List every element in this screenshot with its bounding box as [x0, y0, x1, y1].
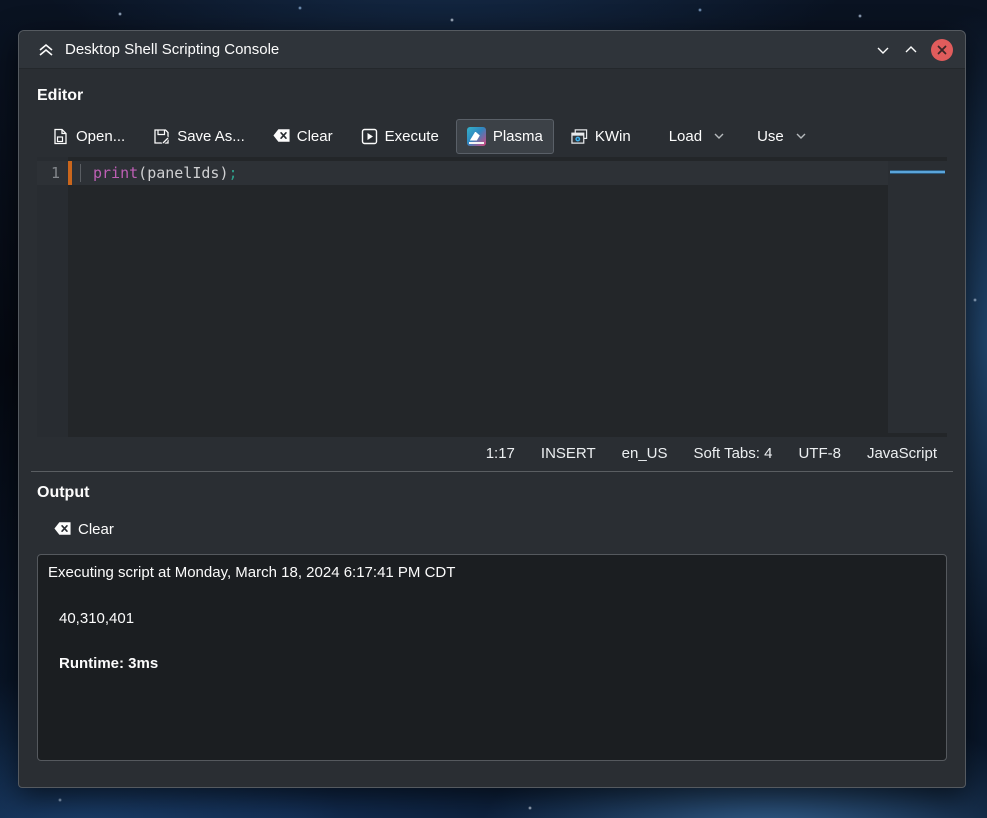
- kwin-toggle-button[interactable]: KWin: [560, 120, 642, 153]
- editor-statusbar: 1:17 INSERT en_US Soft Tabs: 4 UTF-8 Jav…: [37, 437, 947, 469]
- statusbar-dictionary[interactable]: en_US: [622, 445, 668, 462]
- output-runtime-line: Runtime: 3ms: [59, 655, 936, 672]
- code-token-argument: panelIds: [147, 164, 219, 182]
- close-icon: [936, 44, 948, 56]
- code-token-open-paren: (: [138, 164, 147, 182]
- editor-section-heading: Editor: [37, 87, 947, 105]
- line-number-gutter: [37, 157, 68, 437]
- code-line-1[interactable]: 1 print(panelIds);: [37, 161, 888, 185]
- chevron-down-icon: [713, 132, 725, 140]
- statusbar-tab-mode[interactable]: Soft Tabs: 4: [694, 445, 773, 462]
- statusbar-cursor-position[interactable]: 1:17: [486, 445, 515, 462]
- code-token-close-paren: ): [219, 164, 228, 182]
- plasma-toggle-button[interactable]: Plasma: [456, 119, 554, 154]
- output-toolbar: Clear: [37, 512, 947, 546]
- code-token-function: print: [93, 164, 138, 182]
- code-text: print(panelIds);: [80, 164, 238, 182]
- modified-line-marker: [68, 161, 72, 185]
- titlebar[interactable]: Desktop Shell Scripting Console: [19, 31, 965, 69]
- shade-double-chevron-icon[interactable]: [37, 41, 55, 59]
- execute-button[interactable]: Execute: [350, 120, 450, 153]
- kwin-windows-icon: [571, 128, 588, 145]
- kwin-button-label: KWin: [595, 128, 631, 145]
- minimap-code-line: [890, 170, 945, 174]
- editor-clear-button-label: Clear: [297, 128, 333, 145]
- statusbar-language[interactable]: JavaScript: [867, 445, 937, 462]
- output-clear-button[interactable]: Clear: [43, 513, 125, 546]
- execute-button-label: Execute: [385, 128, 439, 145]
- window-content: Editor Open...: [19, 69, 965, 787]
- close-button[interactable]: [931, 39, 953, 61]
- load-dropdown-button[interactable]: Load: [658, 120, 736, 153]
- plasma-logo-icon: [467, 127, 486, 146]
- save-as-floppy-icon: [153, 128, 170, 145]
- statusbar-input-mode[interactable]: INSERT: [541, 445, 596, 462]
- maximize-button[interactable]: [897, 36, 925, 64]
- load-button-label: Load: [669, 128, 702, 145]
- scripting-console-window: Desktop Shell Scripting Console Editor: [18, 30, 966, 788]
- save-as-button-label: Save As...: [177, 128, 245, 145]
- window-title: Desktop Shell Scripting Console: [65, 41, 869, 58]
- chevron-down-icon: [795, 132, 807, 140]
- output-section-heading: Output: [37, 484, 947, 502]
- clear-backspace-icon: [54, 521, 71, 538]
- section-divider: [31, 471, 953, 472]
- statusbar-encoding[interactable]: UTF-8: [798, 445, 841, 462]
- output-exec-line: Executing script at Monday, March 18, 20…: [48, 564, 936, 581]
- execute-play-icon: [361, 128, 378, 145]
- line-number: 1: [37, 164, 68, 182]
- output-panel[interactable]: Executing script at Monday, March 18, 20…: [37, 554, 947, 761]
- code-token-semicolon: ;: [228, 164, 237, 182]
- code-editor[interactable]: 1 print(panelIds);: [37, 157, 947, 437]
- open-button-label: Open...: [76, 128, 125, 145]
- use-dropdown-button[interactable]: Use: [746, 120, 818, 153]
- plasma-button-label: Plasma: [493, 128, 543, 145]
- use-button-label: Use: [757, 128, 784, 145]
- open-document-icon: [52, 128, 69, 145]
- output-clear-button-label: Clear: [78, 521, 114, 538]
- clear-backspace-icon: [273, 128, 290, 145]
- scrollbar-minimap[interactable]: [888, 161, 947, 433]
- editor-clear-button[interactable]: Clear: [262, 120, 344, 153]
- open-button[interactable]: Open...: [41, 120, 136, 153]
- editor-toolbar: Open... Save As...: [37, 115, 947, 157]
- minimize-button[interactable]: [869, 36, 897, 64]
- save-as-button[interactable]: Save As...: [142, 120, 256, 153]
- output-result-line: 40,310,401: [59, 610, 936, 627]
